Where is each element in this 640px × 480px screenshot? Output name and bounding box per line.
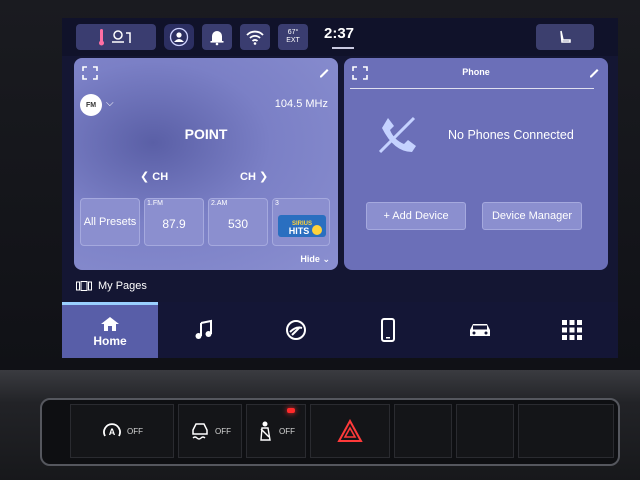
clock: 2:37 xyxy=(324,25,355,42)
nav-all-apps[interactable] xyxy=(526,302,618,358)
phone-widget[interactable]: Phone No Phones Connected + Add Device D… xyxy=(344,58,608,270)
preset-3-button[interactable]: 3 SIRIUS HITS xyxy=(272,198,330,246)
preset-value: 530 xyxy=(227,217,249,231)
nav-home-label: Home xyxy=(93,333,127,348)
blank-button-3[interactable] xyxy=(518,404,614,458)
phone-title: Phone xyxy=(462,67,490,77)
hide-button[interactable]: Hide ⌄ xyxy=(300,254,330,265)
seatbelt-icon xyxy=(260,421,271,441)
traction-control-state: OFF xyxy=(215,426,231,436)
wifi-button[interactable] xyxy=(240,24,270,50)
hide-label: Hide xyxy=(300,254,320,264)
blank-button-1[interactable] xyxy=(394,404,452,458)
svg-text:A: A xyxy=(109,427,116,437)
wifi-icon xyxy=(246,30,264,45)
clock-underline xyxy=(332,47,354,49)
nav-apps[interactable] xyxy=(250,302,342,358)
chevron-down-icon[interactable]: ⌵ xyxy=(106,98,114,109)
chevron-left-icon: ❮ xyxy=(140,171,150,183)
nav-home[interactable]: Home xyxy=(62,302,158,358)
my-pages-label: My Pages xyxy=(98,280,147,292)
preset-value: 87.9 xyxy=(162,217,186,231)
car-icon xyxy=(470,324,490,336)
edit-icon[interactable] xyxy=(318,66,330,78)
my-pages-header[interactable]: My Pages xyxy=(76,280,147,292)
temp-value: 67° xyxy=(287,29,299,36)
exterior-temperature: 67° EXT xyxy=(278,24,308,50)
phone-icon xyxy=(381,318,395,342)
channel-prev-button[interactable]: ❮ CH xyxy=(140,170,168,183)
siriusxm-hits-logo: SIRIUS HITS xyxy=(278,215,326,237)
preset-1-button[interactable]: 1.FM 87.9 xyxy=(144,198,204,246)
station-name: POINT xyxy=(184,126,228,142)
seat-controls-button[interactable] xyxy=(536,24,594,50)
auto-stop-start-button[interactable]: A OFF xyxy=(70,404,174,458)
hazard-icon xyxy=(337,419,363,442)
preset-2-button[interactable]: 2.AM 530 xyxy=(208,198,268,246)
no-phones-message: No Phones Connected xyxy=(448,128,574,142)
nav-phone[interactable] xyxy=(342,302,434,358)
nav-media[interactable] xyxy=(158,302,250,358)
passenger-airbag-state: OFF xyxy=(279,426,295,436)
auto-stop-start-state: OFF xyxy=(127,426,143,436)
traction-control-button[interactable]: OFF xyxy=(178,404,242,458)
bell-icon xyxy=(210,31,224,46)
music-icon xyxy=(195,319,212,339)
radio-widget[interactable]: FM ⌵ 104.5 MHz POINT ❮ CH CH ❯ All Prese… xyxy=(74,58,338,270)
ch-next-label: CH xyxy=(240,171,256,183)
band-badge[interactable]: FM xyxy=(80,94,102,116)
chevron-right-icon: ❯ xyxy=(258,171,269,183)
all-presets-button[interactable]: All Presets xyxy=(80,198,140,246)
chevron-down-icon: ⌄ xyxy=(322,254,330,264)
svg-text:HITS: HITS xyxy=(289,226,310,236)
blank-button-2[interactable] xyxy=(456,404,514,458)
nav-vehicle[interactable] xyxy=(434,302,526,358)
expand-icon[interactable] xyxy=(82,66,98,80)
add-device-button[interactable]: + Add Device xyxy=(366,202,466,230)
bottom-nav: Home xyxy=(62,302,618,358)
grid-icon xyxy=(562,320,582,340)
passenger-airbag-button[interactable]: OFF xyxy=(246,404,306,458)
notifications-button[interactable] xyxy=(202,24,232,50)
preset-tag: 1.FM xyxy=(147,200,163,207)
home-icon xyxy=(101,316,119,331)
channel-next-button[interactable]: CH ❯ xyxy=(240,170,268,183)
preset-tag: 2.AM xyxy=(211,200,228,207)
status-bar: 67° EXT 2:37 xyxy=(62,18,618,56)
frequency: 104.5 MHz xyxy=(274,98,328,110)
preset-tag: 3 xyxy=(275,200,279,207)
ch-prev-label: CH xyxy=(152,171,169,183)
seat-icon xyxy=(560,30,571,43)
hazard-button[interactable] xyxy=(310,404,390,458)
pages-icon xyxy=(76,281,92,291)
all-presets-label: All Presets xyxy=(83,216,137,228)
profile-icon xyxy=(169,27,189,47)
device-manager-button[interactable]: Device Manager xyxy=(482,202,582,230)
driver-profile-button[interactable] xyxy=(164,24,194,50)
climate-controls-button[interactable] xyxy=(76,24,156,50)
divider xyxy=(350,88,594,89)
device-manager-label: Device Manager xyxy=(491,210,573,222)
infotainment-screen: 67° EXT 2:37 FM ⌵ 104.5 MHz POINT ❮ CH C… xyxy=(62,18,618,358)
auto-start-stop-icon: A xyxy=(103,423,121,437)
phone-disconnected-icon xyxy=(378,116,416,154)
apps-icon xyxy=(286,320,306,340)
temp-label: EXT xyxy=(286,37,300,44)
temperature-icon xyxy=(99,29,131,46)
traction-control-icon xyxy=(192,423,208,440)
add-device-label: + Add Device xyxy=(383,210,449,222)
edit-icon[interactable] xyxy=(588,66,600,78)
status-led xyxy=(287,408,295,413)
